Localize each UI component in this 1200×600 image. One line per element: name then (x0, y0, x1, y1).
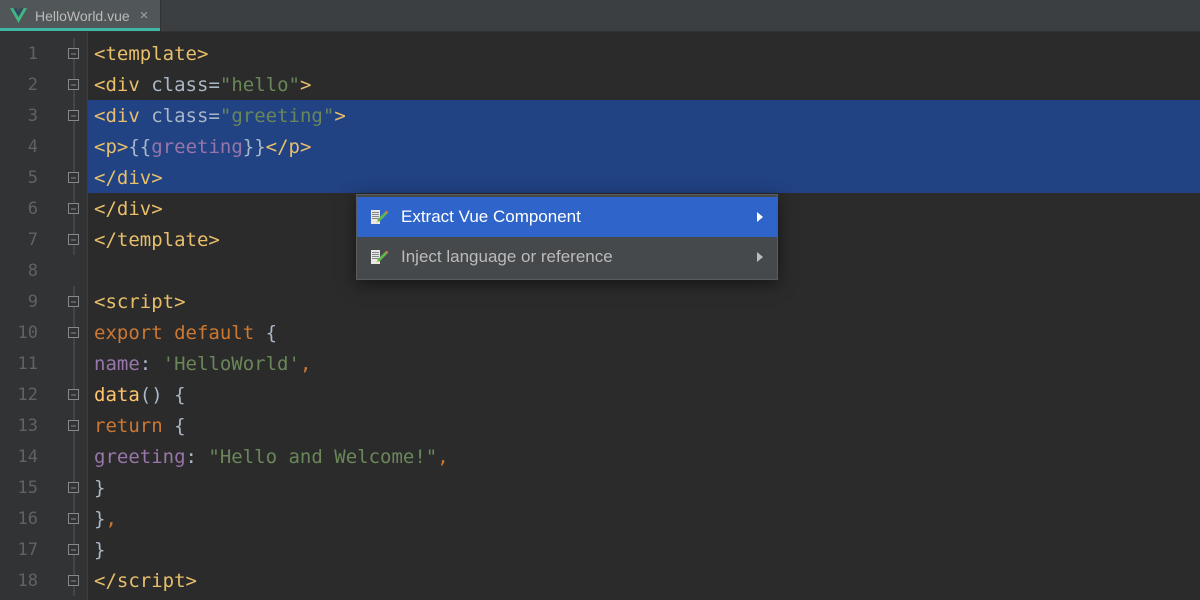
line-number[interactable]: 2 (0, 69, 60, 100)
code-line[interactable]: } (88, 534, 1200, 565)
line-number[interactable]: 10 (0, 317, 60, 348)
menu-item-extract-vue-component[interactable]: Extract Vue Component (357, 197, 777, 237)
submenu-arrow-icon (757, 212, 763, 222)
line-number[interactable]: 13 (0, 410, 60, 441)
fold-toggle[interactable] (60, 565, 87, 596)
code-line[interactable]: export default { (88, 317, 1200, 348)
menu-item-inject-language[interactable]: Inject language or reference (357, 237, 777, 277)
fold-toggle[interactable] (60, 38, 87, 69)
code-line[interactable]: data() { (88, 379, 1200, 410)
fold-toggle[interactable] (60, 534, 87, 565)
line-number[interactable]: 3 (0, 100, 60, 131)
submenu-arrow-icon (757, 252, 763, 262)
fold-toggle[interactable] (60, 100, 87, 131)
line-number[interactable]: 16 (0, 503, 60, 534)
intention-actions-menu: Extract Vue Component Inject language or… (356, 194, 778, 280)
code-line[interactable]: </div> (88, 162, 1200, 193)
code-line[interactable]: name: 'HelloWorld', (88, 348, 1200, 379)
fold-toggle[interactable] (60, 503, 87, 534)
fold-toggle[interactable] (60, 286, 87, 317)
menu-item-label: Inject language or reference (401, 247, 745, 267)
fold-toggle[interactable] (60, 410, 87, 441)
code-line[interactable]: <script> (88, 286, 1200, 317)
line-number[interactable]: 18 (0, 565, 60, 596)
file-tab[interactable]: HelloWorld.vue × (0, 0, 161, 31)
vue-file-icon (10, 8, 27, 23)
line-number[interactable]: 1 (0, 38, 60, 69)
code-line[interactable]: greeting: "Hello and Welcome!", (88, 441, 1200, 472)
line-number[interactable]: 8 (0, 255, 60, 286)
fold-toggle[interactable] (60, 193, 87, 224)
fold-empty (60, 255, 87, 286)
fold-toggle[interactable] (60, 317, 87, 348)
code-line[interactable]: } (88, 472, 1200, 503)
code-line[interactable]: <div class="greeting"> (88, 100, 1200, 131)
menu-item-label: Extract Vue Component (401, 207, 745, 227)
fold-toggle[interactable] (60, 379, 87, 410)
code-line[interactable]: return { (88, 410, 1200, 441)
line-number[interactable]: 7 (0, 224, 60, 255)
fold-guide (60, 441, 87, 472)
tab-bar: HelloWorld.vue × (0, 0, 1200, 32)
pencil-icon (371, 248, 389, 266)
fold-toggle[interactable] (60, 69, 87, 100)
editor-area: 1 2 3 4 5 6 7 8 9 10 11 12 13 14 15 16 1… (0, 32, 1200, 600)
line-number[interactable]: 17 (0, 534, 60, 565)
line-number[interactable]: 5 (0, 162, 60, 193)
line-number-gutter: 1 2 3 4 5 6 7 8 9 10 11 12 13 14 15 16 1… (0, 32, 60, 600)
code-line[interactable]: }, (88, 503, 1200, 534)
fold-toggle[interactable] (60, 162, 87, 193)
line-number[interactable]: 6 (0, 193, 60, 224)
code-line[interactable]: <div class="hello"> (88, 69, 1200, 100)
line-number[interactable]: 15 (0, 472, 60, 503)
fold-toggle[interactable] (60, 224, 87, 255)
code-line[interactable]: <template> (88, 38, 1200, 69)
fold-toggle[interactable] (60, 472, 87, 503)
fold-guide (60, 348, 87, 379)
code-line[interactable]: <p>{{greeting}}</p> (88, 131, 1200, 162)
code-line[interactable]: </script> (88, 565, 1200, 596)
fold-guide (60, 131, 87, 162)
code-content[interactable]: <template> <div class="hello"> <div clas… (88, 32, 1200, 600)
pencil-icon (371, 208, 389, 226)
line-number[interactable]: 12 (0, 379, 60, 410)
tab-filename: HelloWorld.vue (35, 8, 130, 24)
line-number[interactable]: 4 (0, 131, 60, 162)
line-number[interactable]: 9 (0, 286, 60, 317)
line-number[interactable]: 11 (0, 348, 60, 379)
close-tab-icon[interactable]: × (138, 7, 151, 24)
line-number[interactable]: 14 (0, 441, 60, 472)
fold-gutter (60, 32, 88, 600)
